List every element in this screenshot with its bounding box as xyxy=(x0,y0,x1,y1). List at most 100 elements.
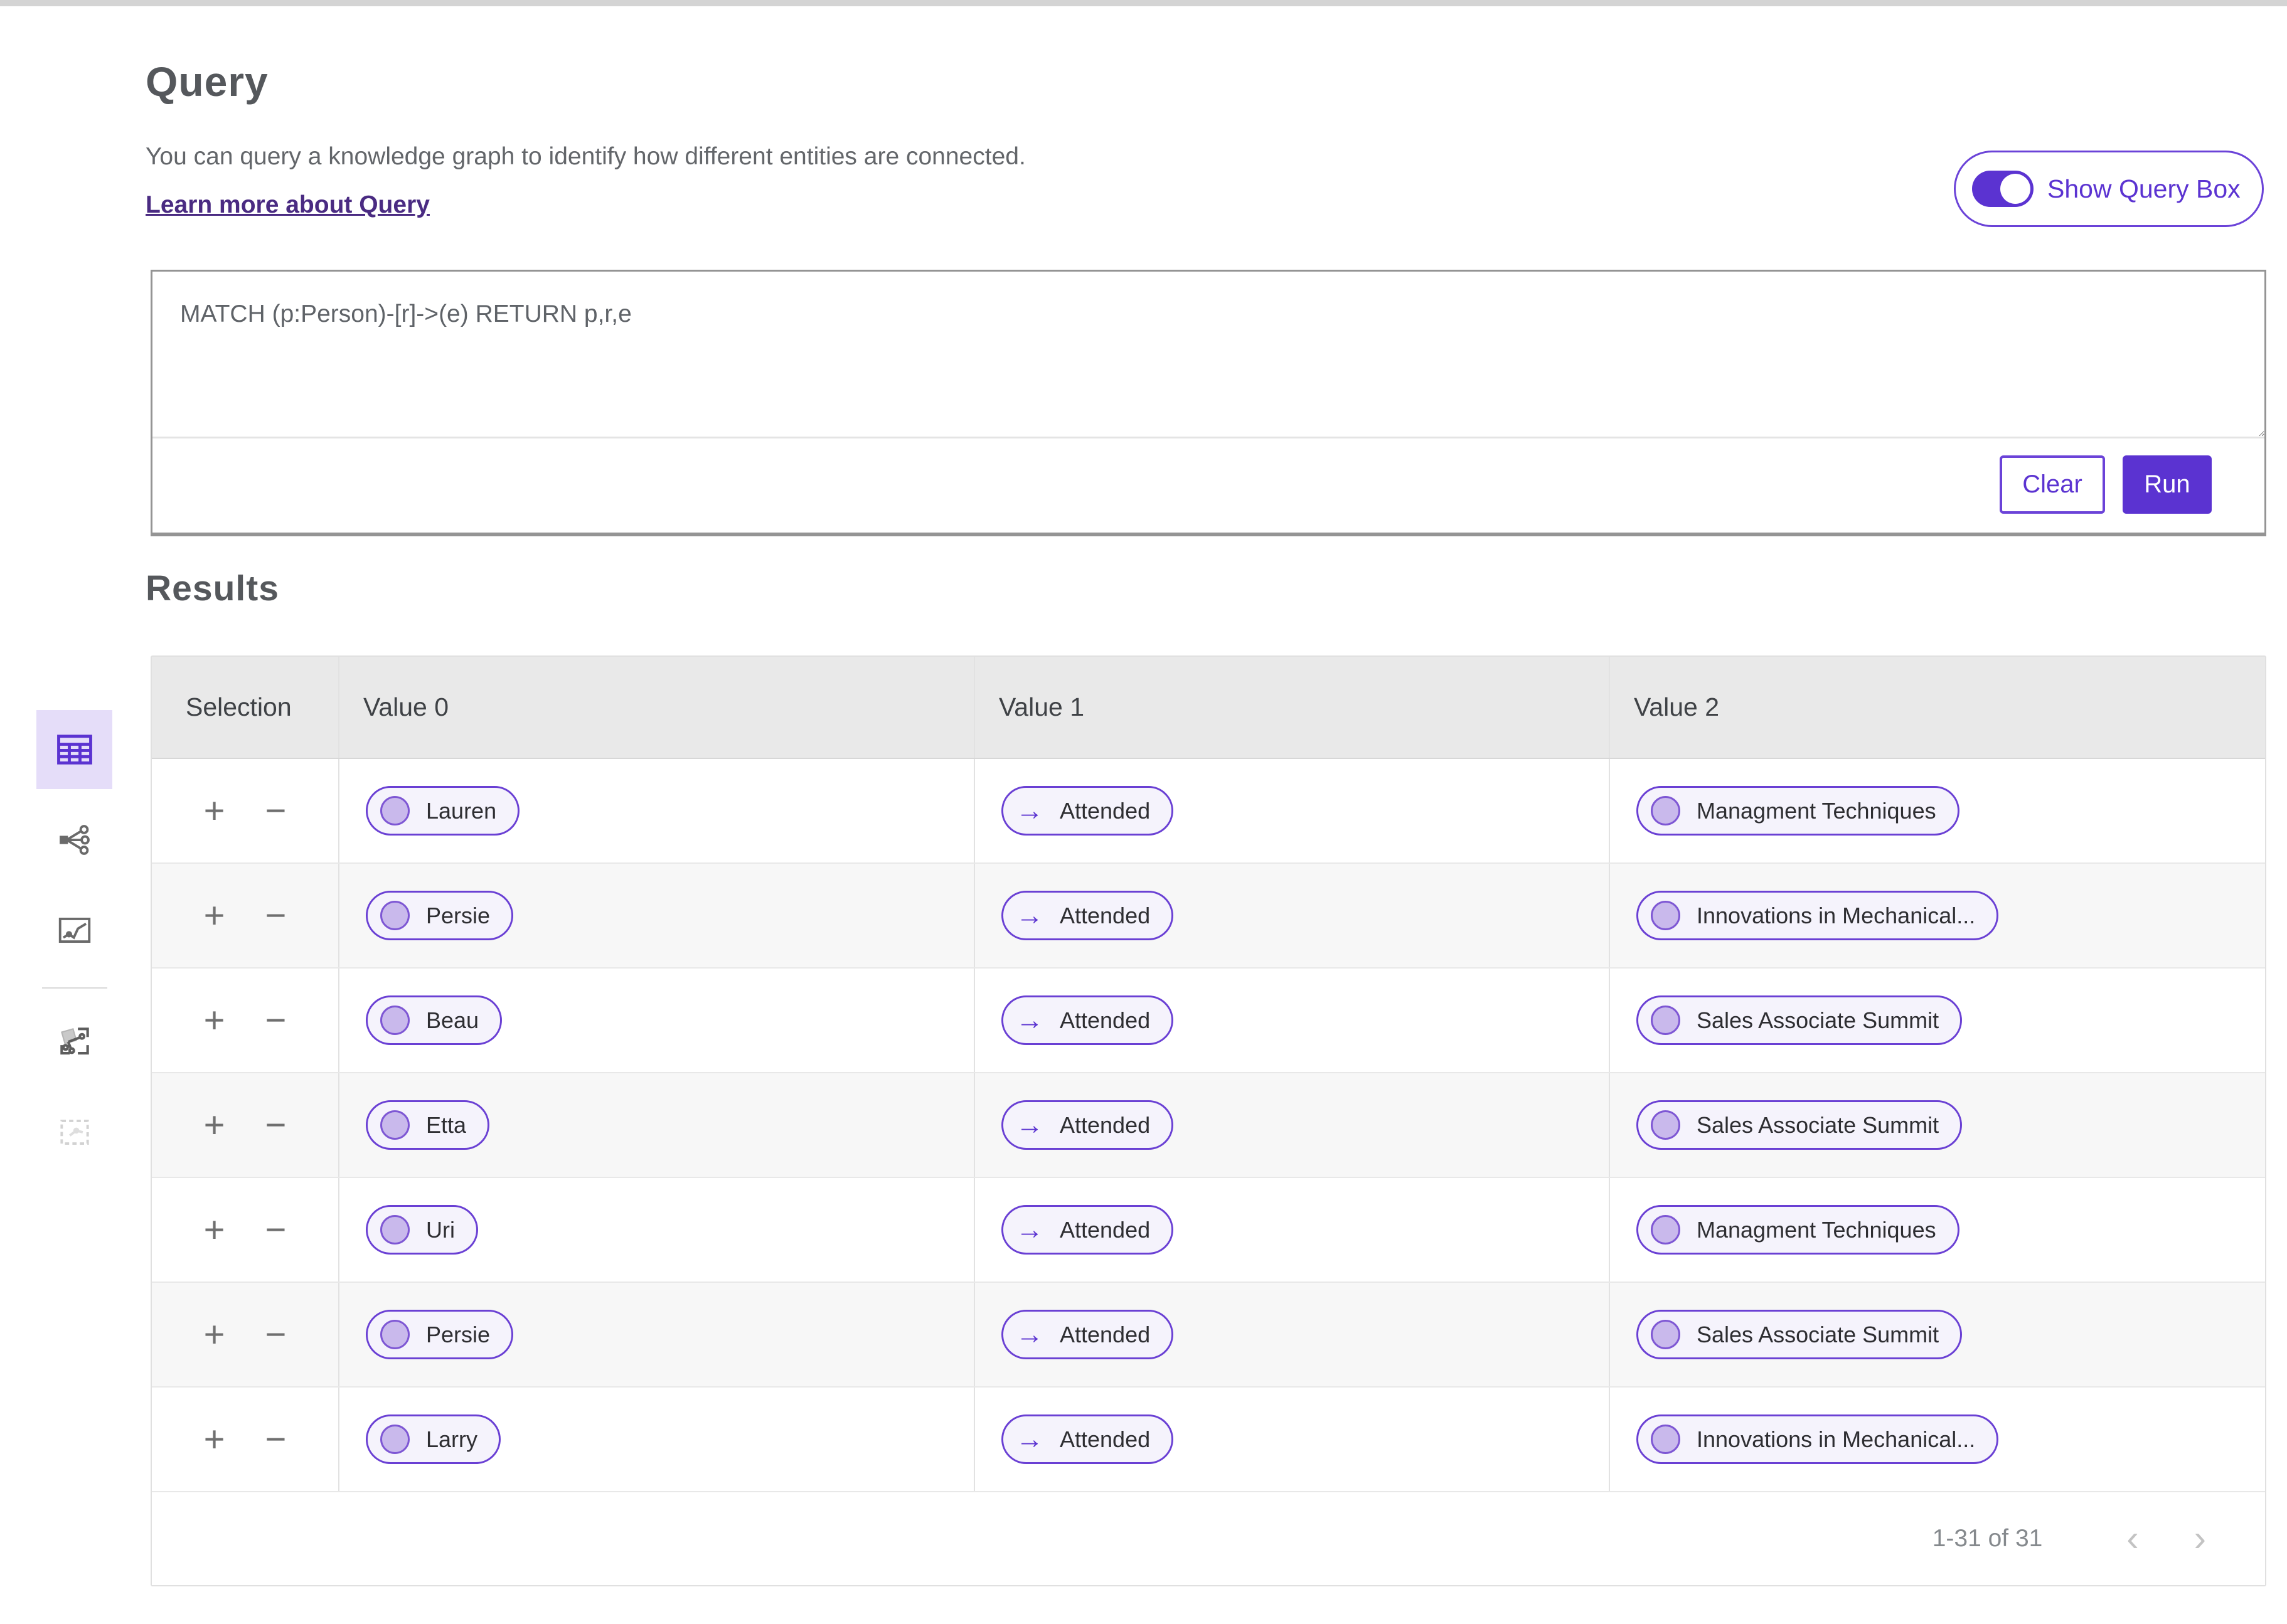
selection-box-view-button-disabled xyxy=(36,1093,112,1172)
table-row: + − Uri →Attended Managment Techniques xyxy=(152,1178,2265,1283)
entity-pill[interactable]: Sales Associate Summit xyxy=(1636,995,1962,1045)
show-query-box-toggle[interactable]: Show Query Box xyxy=(1954,151,2264,227)
table-row: + − Persie →Attended Sales Associate Sum… xyxy=(152,1283,2265,1388)
table-view-icon xyxy=(53,728,96,771)
relationship-pill[interactable]: →Attended xyxy=(1001,1414,1173,1464)
query-actions: Clear Run xyxy=(152,438,2264,531)
entity-pill[interactable]: Managment Techniques xyxy=(1636,786,1959,836)
remove-from-selection-button[interactable]: − xyxy=(265,793,287,829)
entity-pill[interactable]: Persie xyxy=(366,1310,513,1359)
node-circle-icon xyxy=(1651,1320,1680,1349)
arrow-right-icon: → xyxy=(1016,1007,1043,1034)
entity-pill[interactable]: Managment Techniques xyxy=(1636,1205,1959,1255)
node-circle-icon xyxy=(380,796,410,825)
node-circle-icon xyxy=(1651,1006,1680,1035)
node-circle-icon xyxy=(380,901,410,930)
path-map-view-button[interactable] xyxy=(36,891,112,970)
add-to-selection-button[interactable]: + xyxy=(204,1421,225,1458)
graph-frame-icon xyxy=(55,1022,94,1061)
relationship-pill[interactable]: →Attended xyxy=(1001,1100,1173,1150)
relationship-pill[interactable]: →Attended xyxy=(1001,786,1173,836)
node-circle-icon xyxy=(1651,1110,1680,1140)
entity-pill[interactable]: Etta xyxy=(366,1100,489,1150)
node-circle-icon xyxy=(380,1425,410,1454)
results-table: Selection Value 0 Value 1 Value 2 + − La… xyxy=(151,655,2266,1586)
add-to-selection-button[interactable]: + xyxy=(204,1317,225,1353)
arrow-right-icon: → xyxy=(1016,797,1043,825)
relationship-pill[interactable]: →Attended xyxy=(1001,891,1173,940)
add-to-selection-button[interactable]: + xyxy=(204,1107,225,1144)
node-circle-icon xyxy=(1651,1425,1680,1454)
relationship-pill[interactable]: →Attended xyxy=(1001,1310,1173,1359)
toggle-label: Show Query Box xyxy=(2047,174,2241,204)
add-to-selection-button[interactable]: + xyxy=(204,793,225,829)
view-switcher-rail xyxy=(36,710,112,1183)
remove-from-selection-button[interactable]: − xyxy=(265,1002,287,1039)
query-page: Query You can query a knowledge graph to… xyxy=(0,0,2287,1624)
table-row: + − Larry →Attended Innovations in Mecha… xyxy=(152,1388,2265,1492)
remove-from-selection-button[interactable]: − xyxy=(265,1317,287,1353)
pagination-next-button[interactable]: › xyxy=(2179,1521,2221,1557)
network-graph-view-button[interactable] xyxy=(36,800,112,879)
entity-pill[interactable]: Persie xyxy=(366,891,513,940)
arrow-right-icon: → xyxy=(1016,1112,1043,1139)
relationship-pill[interactable]: →Attended xyxy=(1001,995,1173,1045)
entity-pill[interactable]: Innovations in Mechanical... xyxy=(1636,891,1998,940)
table-pagination: 1-31 of 31 ‹ › xyxy=(152,1492,2265,1585)
add-to-selection-button[interactable]: + xyxy=(204,1002,225,1039)
relationship-pill[interactable]: →Attended xyxy=(1001,1205,1173,1255)
entity-pill[interactable]: Sales Associate Summit xyxy=(1636,1100,1962,1150)
query-input[interactable]: MATCH (p:Person)-[r]->(e) RETURN p,r,e xyxy=(152,272,2264,438)
remove-from-selection-button[interactable]: − xyxy=(265,898,287,934)
entity-pill[interactable]: Sales Associate Summit xyxy=(1636,1310,1962,1359)
column-header-value0: Value 0 xyxy=(338,657,974,758)
graph-frame-view-button[interactable] xyxy=(36,1002,112,1081)
path-map-icon xyxy=(55,911,94,950)
node-circle-icon xyxy=(1651,901,1680,930)
table-header-row: Selection Value 0 Value 1 Value 2 xyxy=(152,657,2265,759)
results-title: Results xyxy=(146,568,279,609)
arrow-right-icon: → xyxy=(1016,1216,1043,1244)
learn-more-link[interactable]: Learn more about Query xyxy=(146,191,430,219)
selection-box-icon xyxy=(55,1113,94,1152)
entity-pill[interactable]: Beau xyxy=(366,995,502,1045)
entity-pill[interactable]: Innovations in Mechanical... xyxy=(1636,1414,1998,1464)
node-circle-icon xyxy=(380,1006,410,1035)
toggle-switch-icon[interactable] xyxy=(1972,171,2034,207)
top-border-strip xyxy=(0,0,2287,6)
pagination-prev-button[interactable]: ‹ xyxy=(2111,1521,2153,1557)
node-circle-icon xyxy=(380,1215,410,1245)
network-graph-icon xyxy=(55,820,94,859)
toggle-knob xyxy=(2000,174,2030,204)
run-button[interactable]: Run xyxy=(2123,455,2212,514)
page-description: You can query a knowledge graph to ident… xyxy=(146,143,1026,171)
table-row: + − Lauren →Attended Managment Technique… xyxy=(152,759,2265,864)
arrow-right-icon: → xyxy=(1016,1321,1043,1349)
table-row: + − Etta →Attended Sales Associate Summi… xyxy=(152,1073,2265,1178)
node-circle-icon xyxy=(380,1110,410,1140)
arrow-right-icon: → xyxy=(1016,1426,1043,1453)
page-title: Query xyxy=(146,58,269,105)
node-circle-icon xyxy=(1651,1215,1680,1245)
column-header-selection: Selection xyxy=(152,657,338,758)
pagination-range-label: 1-31 of 31 xyxy=(1932,1525,2043,1552)
arrow-right-icon: → xyxy=(1016,902,1043,930)
node-circle-icon xyxy=(380,1320,410,1349)
column-header-value1: Value 1 xyxy=(974,657,1609,758)
remove-from-selection-button[interactable]: − xyxy=(265,1212,287,1248)
entity-pill[interactable]: Lauren xyxy=(366,786,520,836)
remove-from-selection-button[interactable]: − xyxy=(265,1107,287,1144)
entity-pill[interactable]: Uri xyxy=(366,1205,478,1255)
query-box: MATCH (p:Person)-[r]->(e) RETURN p,r,e C… xyxy=(151,270,2266,536)
add-to-selection-button[interactable]: + xyxy=(204,898,225,934)
table-view-button[interactable] xyxy=(36,710,112,789)
clear-button[interactable]: Clear xyxy=(2000,455,2105,514)
table-row: + − Persie →Attended Innovations in Mech… xyxy=(152,864,2265,969)
remove-from-selection-button[interactable]: − xyxy=(265,1421,287,1458)
node-circle-icon xyxy=(1651,796,1680,825)
entity-pill[interactable]: Larry xyxy=(366,1414,501,1464)
column-header-value2: Value 2 xyxy=(1609,657,2265,758)
add-to-selection-button[interactable]: + xyxy=(204,1212,225,1248)
rail-divider xyxy=(42,987,107,989)
table-row: + − Beau →Attended Sales Associate Summi… xyxy=(152,969,2265,1073)
